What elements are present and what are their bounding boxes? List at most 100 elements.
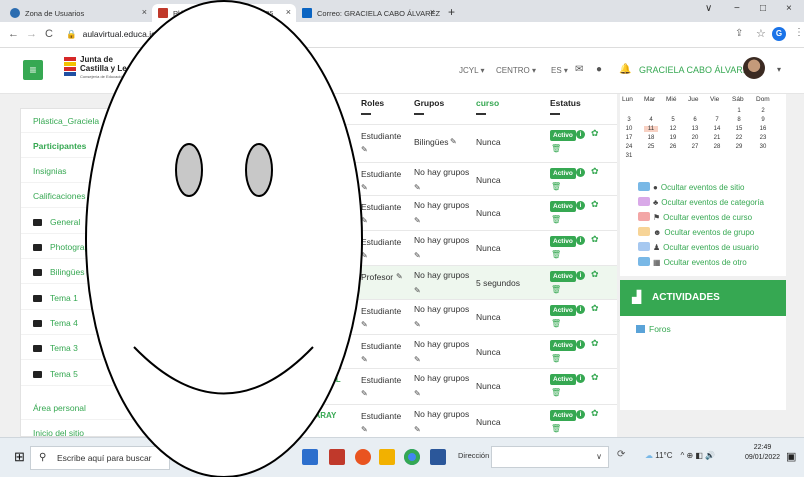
calendar-day[interactable]: 29 bbox=[732, 144, 746, 150]
calendar-day[interactable]: 20 bbox=[688, 135, 702, 141]
trash-icon[interactable]: 🗑 bbox=[551, 250, 561, 259]
info-icon[interactable]: i bbox=[576, 271, 585, 280]
sidebar-item[interactable]: Tema 1 bbox=[21, 286, 171, 310]
calendar-day[interactable]: 6 bbox=[688, 117, 702, 123]
info-icon[interactable]: i bbox=[576, 340, 585, 349]
gear-icon[interactable]: ✿ bbox=[591, 372, 599, 383]
trash-icon[interactable]: 🗑 bbox=[551, 354, 561, 363]
forward-button[interactable]: → bbox=[26, 28, 37, 40]
gear-icon[interactable]: ✿ bbox=[591, 166, 599, 177]
share-icon[interactable]: ⇪ bbox=[735, 28, 743, 39]
calendar-day[interactable]: 1 bbox=[732, 108, 746, 114]
back-button[interactable]: ← bbox=[8, 28, 19, 40]
edit-roles-icon[interactable]: ✎ bbox=[361, 425, 368, 434]
close-icon[interactable]: × bbox=[430, 7, 435, 17]
gear-icon[interactable]: ✿ bbox=[591, 303, 599, 314]
col-header-roles[interactable]: Roles bbox=[361, 98, 384, 108]
profile-icon[interactable]: G bbox=[772, 27, 786, 41]
edit-roles-icon[interactable]: ✎ bbox=[396, 272, 403, 281]
edit-groups-icon[interactable]: ✎ bbox=[414, 320, 421, 329]
chevron-down-icon[interactable]: ∨ bbox=[596, 452, 602, 461]
calendar-day[interactable]: 25 bbox=[644, 144, 658, 150]
participant-name[interactable]: A bbox=[330, 237, 336, 246]
edit-groups-icon[interactable]: ✎ bbox=[414, 286, 421, 295]
sidebar-item[interactable]: Calificaciones bbox=[21, 184, 171, 208]
calendar-day[interactable]: 9 bbox=[756, 117, 770, 123]
close-icon[interactable]: × bbox=[142, 7, 147, 17]
calendar-day[interactable]: 28 bbox=[710, 144, 724, 150]
weather-widget[interactable]: ☁ 11°C ^ ⊕ ◧ 🔊 bbox=[645, 451, 715, 460]
new-tab-button[interactable]: + bbox=[448, 5, 455, 19]
messages-icon[interactable]: ● bbox=[596, 64, 602, 75]
edit-groups-icon[interactable]: ✎ bbox=[414, 183, 421, 192]
calendar-day[interactable]: 23 bbox=[756, 135, 770, 141]
calendar-day[interactable]: 19 bbox=[666, 135, 680, 141]
edit-groups-icon[interactable]: ✎ bbox=[450, 137, 457, 146]
trash-icon[interactable]: 🗑 bbox=[551, 319, 561, 328]
trash-icon[interactable]: 🗑 bbox=[551, 424, 561, 433]
edit-roles-icon[interactable]: ✎ bbox=[361, 320, 368, 329]
close-window-button[interactable]: × bbox=[786, 3, 792, 14]
app-icon-2[interactable] bbox=[329, 449, 345, 465]
calendar-day[interactable]: 14 bbox=[710, 126, 724, 132]
calendar-day[interactable]: 3 bbox=[622, 117, 636, 123]
calendar-day[interactable]: 13 bbox=[688, 126, 702, 132]
windows-start-icon[interactable]: ⊞ bbox=[14, 449, 25, 465]
tab-plastica[interactable]: Plástic ntes × bbox=[152, 4, 296, 22]
edit-groups-icon[interactable]: ✎ bbox=[414, 251, 421, 260]
sidebar-item[interactable]: Tema 4 bbox=[21, 311, 171, 335]
notifications-bell-icon[interactable]: 🔔 bbox=[619, 64, 631, 75]
sidebar-item[interactable]: Participantes bbox=[21, 134, 171, 158]
calendar-event-toggle[interactable]: ♣ Ocultar eventos de categoría bbox=[638, 197, 764, 207]
edit-roles-icon[interactable]: ✎ bbox=[361, 355, 368, 364]
gear-icon[interactable]: ✿ bbox=[591, 338, 599, 349]
nav-link-jcyl[interactable]: JCYL ▾ bbox=[459, 66, 485, 75]
calendar-day[interactable]: 26 bbox=[666, 144, 680, 150]
calendar-day[interactable]: 22 bbox=[732, 135, 746, 141]
edit-roles-icon[interactable]: ✎ bbox=[361, 145, 368, 154]
col-header-curso[interactable]: curso bbox=[476, 98, 499, 108]
info-icon[interactable]: i bbox=[576, 410, 585, 419]
calendar-event-toggle[interactable]: ● Ocultar eventos de sitio bbox=[638, 182, 744, 192]
calendar-day[interactable]: 7 bbox=[710, 117, 724, 123]
junta-logo[interactable]: Junta de Castilla y León Consejería de E… bbox=[64, 55, 138, 87]
gear-icon[interactable]: ✿ bbox=[591, 199, 599, 210]
participant-name[interactable]: AL bbox=[330, 375, 341, 384]
file-explorer-icon[interactable] bbox=[379, 449, 395, 465]
sidebar-item[interactable]: Plástica_Graciela bbox=[21, 109, 171, 133]
info-icon[interactable]: i bbox=[576, 236, 585, 245]
taskbar-search-input[interactable]: ⚲ Escribe aquí para buscar bbox=[30, 446, 170, 470]
sidebar-item[interactable]: General bbox=[21, 210, 171, 234]
system-tray-icons[interactable]: ^ ⊕ ◧ 🔊 bbox=[681, 451, 716, 460]
calendar-day[interactable]: 4 bbox=[644, 117, 658, 123]
calendar-day[interactable]: 2 bbox=[756, 108, 770, 114]
trash-icon[interactable]: 🗑 bbox=[551, 388, 561, 397]
info-icon[interactable]: i bbox=[576, 201, 585, 210]
tab-search-icon[interactable]: ∨ bbox=[705, 3, 712, 14]
sidebar-item[interactable]: Tema 3 bbox=[21, 336, 171, 360]
gear-icon[interactable]: ✿ bbox=[591, 408, 599, 419]
calendar-day[interactable]: 5 bbox=[666, 117, 680, 123]
info-icon[interactable]: i bbox=[576, 168, 585, 177]
user-name[interactable]: GRACIELA CABO ÁLVAREZ bbox=[639, 65, 754, 75]
minimize-button[interactable]: − bbox=[734, 3, 740, 14]
nav-link-language[interactable]: ES ▾ bbox=[551, 66, 568, 75]
gear-icon[interactable]: ✿ bbox=[591, 128, 599, 139]
calendar-event-toggle[interactable]: ♟ Ocultar eventos de usuario bbox=[638, 242, 759, 252]
calendar-day[interactable]: 27 bbox=[688, 144, 702, 150]
col-header-estatus[interactable]: Estatus bbox=[550, 98, 581, 108]
col-header-grupos[interactable]: Grupos bbox=[414, 98, 444, 108]
close-icon[interactable]: × bbox=[286, 7, 291, 17]
trash-icon[interactable]: 🗑 bbox=[551, 182, 561, 191]
nav-link-centro[interactable]: CENTRO ▾ bbox=[496, 66, 536, 75]
participant-name[interactable]: AN bbox=[330, 306, 342, 315]
sidebar-item[interactable]: Photography bbox=[21, 235, 171, 259]
edit-groups-icon[interactable]: ✎ bbox=[414, 389, 421, 398]
edit-roles-icon[interactable]: ✎ bbox=[361, 389, 368, 398]
menu-toggle-button[interactable]: ≡ bbox=[23, 60, 43, 80]
calendar-event-toggle[interactable]: ▦ Ocultar eventos de otro bbox=[638, 257, 747, 267]
calendar-day[interactable]: 17 bbox=[622, 135, 636, 141]
calendar-day[interactable]: 21 bbox=[710, 135, 724, 141]
activity-link-foros[interactable]: Foros bbox=[636, 324, 671, 334]
tab-correo[interactable]: Correo: GRACIELA CABO ÁLVAREZ × bbox=[296, 4, 440, 22]
